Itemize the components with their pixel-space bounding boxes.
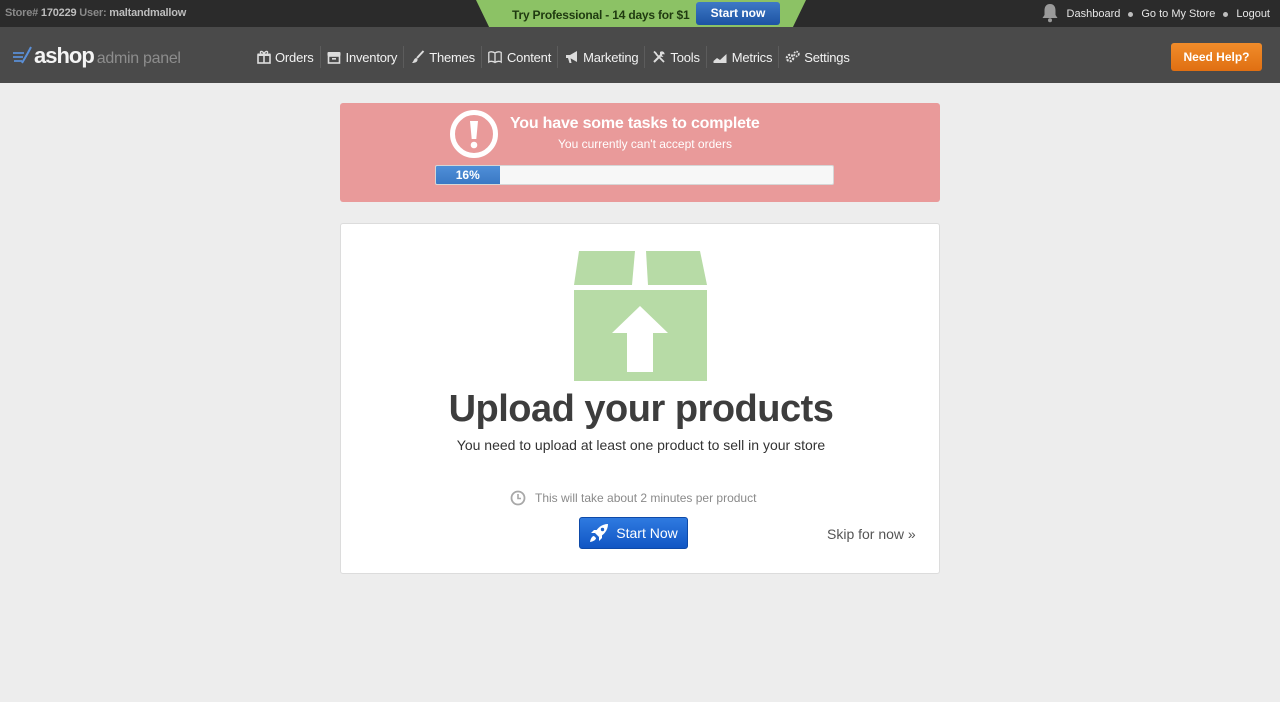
nav-item-content[interactable]: Content [482, 46, 559, 68]
link-go-to-store[interactable]: Go to My Store [1141, 8, 1215, 20]
nav-item-orders[interactable]: Orders [250, 46, 321, 68]
upload-card: Upload your products You need to upload … [340, 223, 940, 574]
alert-subtitle: You currently can't accept orders [558, 137, 732, 151]
time-note: This will take about 2 minutes per produ… [510, 490, 756, 506]
logo-subtitle: admin panel [96, 50, 181, 67]
nav-item-settings[interactable]: Settings [779, 46, 855, 68]
progress-bar: 16% [435, 165, 834, 185]
main-nav: ashop admin panel Orders Inventory Theme… [0, 27, 1280, 83]
logo[interactable]: ashop admin panel [12, 41, 181, 69]
user-label: User: [79, 7, 107, 19]
brush-icon [410, 50, 425, 64]
nav-item-label: Inventory [345, 49, 398, 65]
card-description: You need to upload at least one product … [456, 437, 826, 453]
megaphone-icon [564, 50, 579, 64]
skip-link[interactable]: Skip for now » [827, 526, 916, 542]
promo-start-button[interactable]: Start now [696, 2, 780, 25]
start-now-button[interactable]: Start Now [579, 517, 688, 549]
tasks-alert: You have some tasks to complete You curr… [340, 103, 940, 202]
exclamation-icon [449, 109, 499, 164]
need-help-button[interactable]: Need Help? [1171, 43, 1262, 71]
nav-item-label: Orders [275, 49, 314, 65]
alert-title: You have some tasks to complete [510, 115, 760, 132]
box-icon [327, 50, 342, 64]
chart-icon [713, 50, 728, 64]
link-dashboard[interactable]: Dashboard [1067, 8, 1121, 20]
clock-icon [510, 490, 526, 506]
gears-icon [785, 50, 800, 64]
nav-menu: Orders Inventory Themes Content Marketin… [250, 46, 856, 68]
link-logout[interactable]: Logout [1236, 8, 1270, 20]
top-bar: Store# 170229 User: maltandmallow Try Pr… [0, 0, 1280, 31]
nav-item-label: Content [506, 49, 552, 65]
nav-item-metrics[interactable]: Metrics [707, 46, 780, 68]
book-icon [488, 50, 503, 64]
tools-icon [651, 50, 666, 64]
top-links: Dashboard Go to My Store Logout [1041, 3, 1270, 26]
rocket-icon [590, 524, 609, 542]
nav-item-themes[interactable]: Themes [404, 46, 482, 68]
card-title: Upload your products [448, 388, 834, 430]
nav-item-label: Tools [670, 49, 700, 65]
separator-dot [1128, 11, 1134, 17]
store-label: Store# [5, 7, 39, 19]
store-number: 170229 [40, 7, 77, 19]
promo-text: Try Professional - 14 days for $1 [512, 8, 690, 22]
logo-icon [13, 46, 32, 64]
nav-item-label: Themes [429, 49, 475, 65]
nav-item-tools[interactable]: Tools [645, 46, 707, 68]
nav-item-label: Settings [804, 49, 850, 65]
upload-box-icon [574, 250, 707, 386]
time-note-text: This will take about 2 minutes per produ… [535, 491, 757, 505]
gift-icon [256, 50, 271, 64]
nav-item-label: Marketing [583, 49, 639, 65]
username: maltandmallow [109, 7, 187, 19]
nav-item-inventory[interactable]: Inventory [321, 46, 405, 68]
start-now-label: Start Now [616, 525, 678, 541]
nav-item-label: Metrics [731, 49, 773, 65]
store-info: Store# 170229 User: maltandmallow [5, 7, 186, 19]
nav-item-marketing[interactable]: Marketing [558, 46, 646, 68]
separator-dot [1223, 11, 1229, 17]
bell-icon[interactable] [1041, 3, 1059, 26]
logo-name: ashop [34, 43, 95, 68]
progress-fill: 16% [436, 166, 500, 184]
